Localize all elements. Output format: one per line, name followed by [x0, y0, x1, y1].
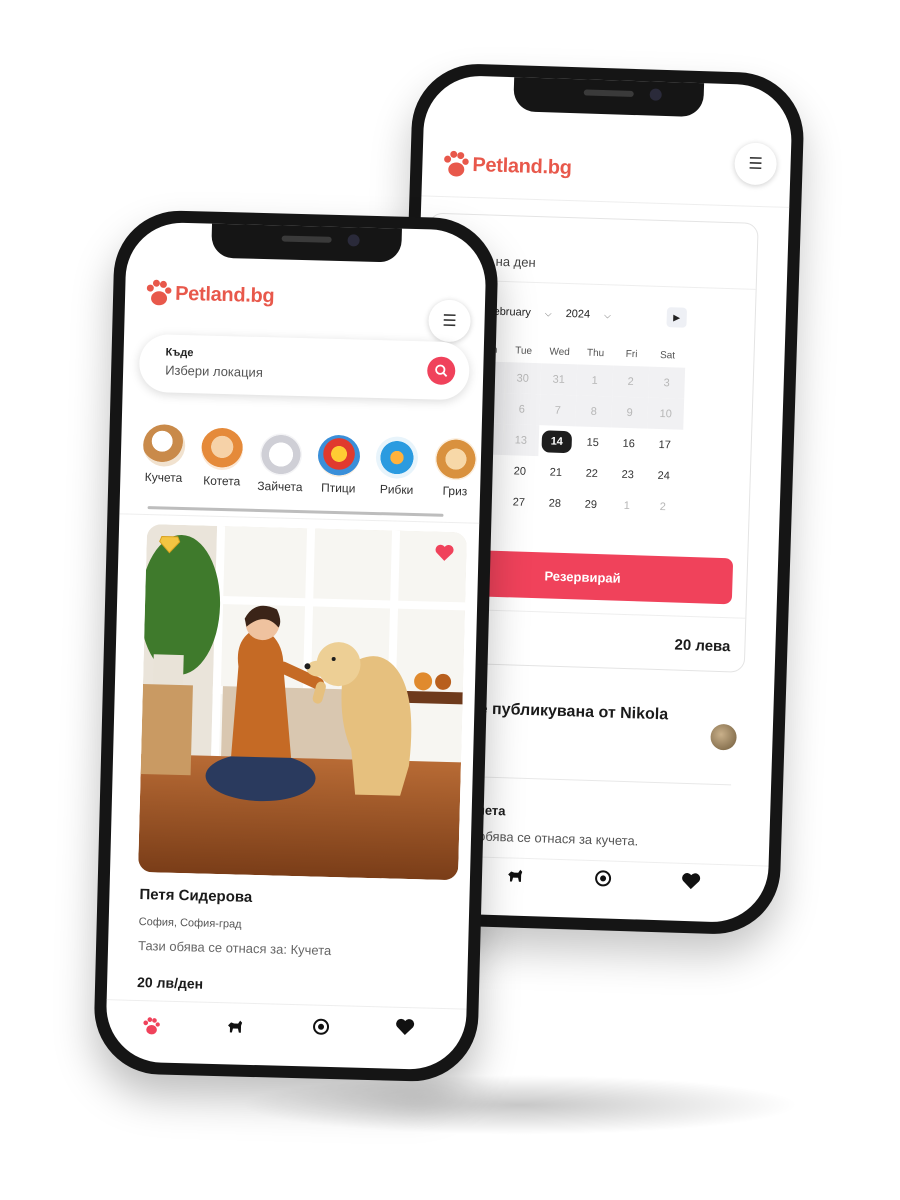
- category-cats[interactable]: Котета: [196, 427, 248, 498]
- calendar-day[interactable]: 8: [575, 395, 613, 428]
- rabbit-icon: [259, 432, 303, 477]
- brand-logo[interactable]: Petland.bg: [440, 149, 572, 183]
- posted-by-text: а е публикувана от Nikola: [465, 700, 669, 724]
- woman-with-dog-photo: [138, 524, 468, 881]
- parrot-icon: [317, 434, 361, 478]
- calendar-day[interactable]: 1: [608, 489, 645, 521]
- calendar-day[interactable]: 1: [576, 364, 614, 397]
- category-bunnies[interactable]: Зайчета: [254, 432, 306, 500]
- location-input[interactable]: Избери локация: [165, 362, 263, 380]
- calendar-day-selected[interactable]: 14: [538, 425, 575, 457]
- calendar-day[interactable]: 24: [645, 460, 682, 492]
- calendar-grid: Mon Tue Wed Thu Fri Sat 29 30 31 1 2 3 5: [464, 337, 710, 523]
- paw-icon[interactable]: [140, 1015, 163, 1038]
- listing-name[interactable]: Петя Сидерова: [139, 886, 252, 906]
- menu-button[interactable]: ☰: [733, 142, 778, 186]
- calendar-day[interactable]: 29: [572, 488, 609, 520]
- phone-notch: [513, 75, 705, 118]
- menu-button[interactable]: ☰: [428, 299, 472, 343]
- weekday: Wed: [549, 345, 570, 358]
- dog-icon[interactable]: [224, 1015, 247, 1038]
- dog-icon: [142, 423, 186, 468]
- front-phone-screen: Petland.bg ☰ Къде Избери локация Кучета …: [105, 221, 487, 1071]
- front-phone: Petland.bg ☰ Къде Избери локация Кучета …: [92, 209, 500, 1083]
- category-label: Зайчета: [257, 478, 303, 495]
- search-icon: [435, 364, 448, 377]
- calendar-day[interactable]: 15: [574, 426, 611, 458]
- calendar-day[interactable]: 9: [611, 396, 649, 429]
- phone-notch: [211, 221, 403, 263]
- selected-day-label: 14: [541, 429, 573, 453]
- year-select[interactable]: 2024: [565, 308, 590, 321]
- brand-name: Petland.bg: [174, 282, 275, 307]
- search-where-label: Къде: [165, 346, 194, 360]
- category-strip: Кучета Котета Зайчета Птици Рибки Гриз: [120, 423, 482, 504]
- fish-icon: [375, 436, 419, 480]
- hamburger-icon: ☰: [748, 155, 764, 174]
- calendar-day[interactable]: 10: [647, 397, 685, 430]
- location-icon[interactable]: [592, 867, 615, 890]
- hamburger-icon: ☰: [442, 312, 457, 331]
- calendar-day[interactable]: 7: [539, 394, 577, 427]
- category-label: Птици: [320, 480, 356, 496]
- floor-shadow: [240, 1075, 800, 1135]
- paw-logo-icon: [146, 279, 172, 306]
- calendar-header: February ⌵ 2024 ⌵: [487, 305, 611, 321]
- calendar-day[interactable]: 23: [609, 458, 646, 490]
- next-month-button[interactable]: ▶: [666, 307, 688, 328]
- app-header: Petland.bg ☰: [421, 118, 792, 208]
- category-label: Гриз: [442, 483, 468, 499]
- location-icon[interactable]: [310, 1016, 333, 1039]
- calendar-day[interactable]: 17: [646, 429, 683, 461]
- category-text: зи обява се отнася за кучета.: [461, 827, 639, 849]
- search-bar[interactable]: Къде Избери локация: [138, 333, 471, 401]
- search-button[interactable]: [426, 356, 456, 386]
- diamond-badge-icon: [159, 535, 181, 554]
- heart-icon[interactable]: [394, 1016, 417, 1039]
- weekday: Fri: [625, 348, 638, 360]
- category-label: Кучета: [144, 469, 183, 485]
- brand-logo[interactable]: Petland.bg: [143, 278, 275, 311]
- calendar-day[interactable]: 2: [644, 491, 681, 523]
- paw-logo-icon: [444, 150, 469, 177]
- calendar-day[interactable]: 2: [612, 365, 650, 398]
- calendar-day[interactable]: 13: [502, 424, 540, 457]
- avatar[interactable]: [710, 723, 737, 751]
- category-birds[interactable]: Птици: [313, 434, 365, 501]
- category-fish[interactable]: Рибки: [371, 436, 423, 503]
- calendar-day[interactable]: 16: [610, 427, 647, 459]
- calendar-day[interactable]: 6: [503, 393, 541, 426]
- heart-icon[interactable]: [434, 544, 454, 563]
- category-dogs[interactable]: Кучета: [138, 423, 190, 497]
- bottom-nav: [105, 999, 467, 1059]
- category-rodents[interactable]: Гриз: [429, 437, 481, 504]
- cat-icon: [201, 427, 245, 471]
- calendar-day[interactable]: 22: [573, 457, 610, 489]
- brand-name: Petland.bg: [472, 153, 572, 179]
- category-label: Рибки: [379, 482, 414, 498]
- weekday: Thu: [586, 347, 605, 359]
- calendar-day[interactable]: 27: [500, 486, 537, 518]
- dog-icon[interactable]: [504, 864, 527, 887]
- weekday: Sat: [659, 349, 676, 361]
- chevron-down-icon[interactable]: ⌵: [545, 308, 552, 319]
- listing-photo[interactable]: [138, 524, 468, 881]
- listing-price: 20 лв/ден: [136, 973, 204, 992]
- listing-description: Тази обява се отнася за: Кучета: [137, 937, 332, 959]
- category-label: Котета: [203, 473, 241, 489]
- play-icon: ▶: [673, 311, 681, 323]
- heart-icon[interactable]: [680, 870, 703, 893]
- calendar-day[interactable]: 31: [540, 363, 578, 396]
- calendar-day[interactable]: 3: [648, 366, 686, 399]
- calendar-day[interactable]: 30: [504, 362, 542, 395]
- listing-city: София, София-град: [138, 915, 242, 931]
- calendar-day[interactable]: 21: [537, 456, 574, 488]
- chevron-down-icon[interactable]: ⌵: [604, 310, 611, 321]
- calendar-week: 26 27 28 29 1 2: [464, 485, 705, 524]
- divider: [443, 775, 732, 786]
- calendar-day[interactable]: 20: [501, 455, 538, 487]
- hamster-icon: [434, 437, 478, 481]
- weekday: Tue: [515, 344, 533, 357]
- calendar-day[interactable]: 28: [536, 487, 573, 519]
